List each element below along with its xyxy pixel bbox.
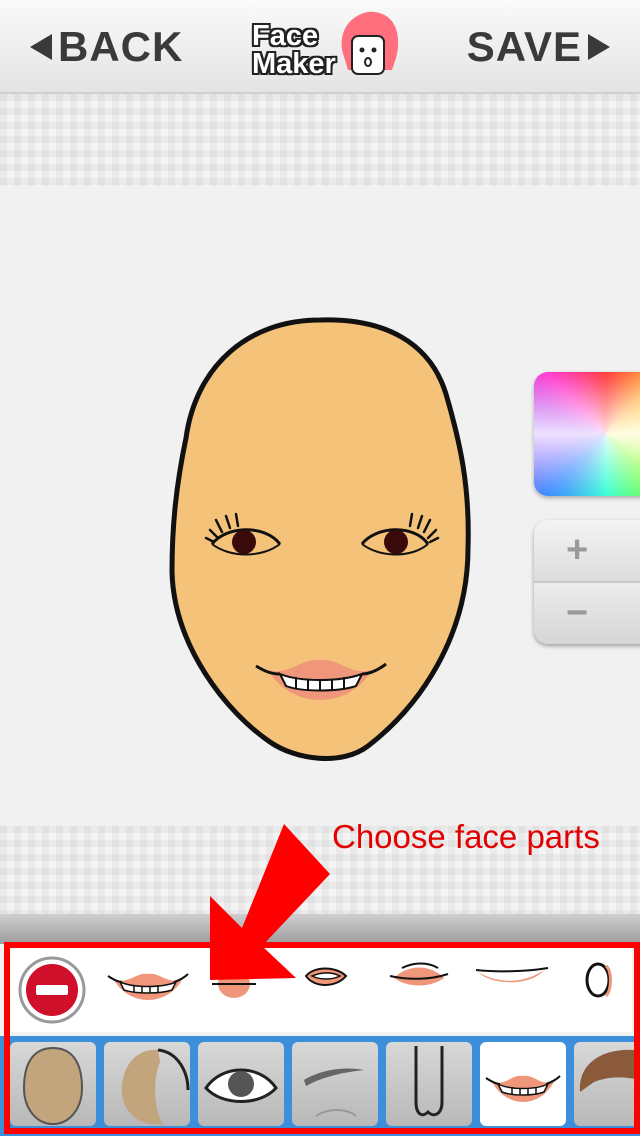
- category-face-shape[interactable]: [10, 1042, 96, 1126]
- mouth-closed-icon: [389, 962, 449, 986]
- remove-part-button[interactable]: [12, 944, 92, 1032]
- annotation-text: Choose face parts: [332, 818, 600, 855]
- mouth-o-icon: [585, 962, 612, 998]
- face-side-icon: [121, 1048, 190, 1126]
- part-mouth-smile-teeth[interactable]: [100, 944, 196, 1032]
- zoom-out-button[interactable]: −: [534, 583, 640, 644]
- mouth-icon: [485, 1075, 561, 1102]
- mouth-thin-icon: [475, 967, 549, 983]
- mouth-small-open-icon: [212, 970, 256, 998]
- logo-line1: Face: [252, 20, 319, 52]
- category-hair[interactable]: [574, 1042, 640, 1126]
- right-arrow-icon: [588, 34, 610, 60]
- part-mouth-o[interactable]: [576, 944, 632, 1032]
- part-mouth-closed[interactable]: [380, 944, 460, 1032]
- panel-divider: [0, 914, 640, 944]
- category-eyebrow[interactable]: [292, 1042, 378, 1126]
- eyebrow-icon: [304, 1068, 364, 1117]
- face-canvas[interactable]: [0, 186, 640, 826]
- parts-row: [8, 944, 632, 1032]
- save-button[interactable]: SAVE: [467, 22, 610, 72]
- save-label: SAVE: [466, 23, 582, 70]
- logo-line2: Maker: [252, 48, 336, 80]
- top-bar: BACK Face Maker SAVE: [0, 0, 640, 94]
- face-drawing: [169, 317, 471, 761]
- logo-face-icon: [341, 11, 399, 75]
- nose-icon: [414, 1046, 444, 1117]
- color-picker-button[interactable]: [534, 372, 640, 496]
- hair-icon: [579, 1049, 640, 1092]
- app-logo: Face Maker: [250, 10, 410, 82]
- part-mouth-small-open[interactable]: [204, 944, 268, 1032]
- left-arrow-icon: [30, 34, 52, 60]
- category-nose[interactable]: [386, 1042, 472, 1126]
- eye-icon: [204, 1068, 278, 1103]
- mouth-smile-teeth-icon: [107, 973, 189, 1000]
- category-face-side[interactable]: [104, 1042, 190, 1126]
- zoom-control: + −: [534, 520, 640, 644]
- mouth-open-icon: [304, 967, 348, 986]
- category-mouth[interactable]: [480, 1042, 566, 1126]
- face-shape-icon: [22, 1046, 84, 1126]
- back-button[interactable]: BACK: [30, 22, 183, 72]
- back-label: BACK: [58, 23, 184, 70]
- category-eye[interactable]: [198, 1042, 284, 1126]
- remove-icon: [18, 956, 86, 1024]
- part-mouth-thin[interactable]: [468, 944, 558, 1032]
- part-mouth-open[interactable]: [292, 944, 362, 1032]
- zoom-in-button[interactable]: +: [534, 520, 640, 583]
- category-bar: [0, 1036, 640, 1136]
- pattern-strip-top: [0, 94, 640, 186]
